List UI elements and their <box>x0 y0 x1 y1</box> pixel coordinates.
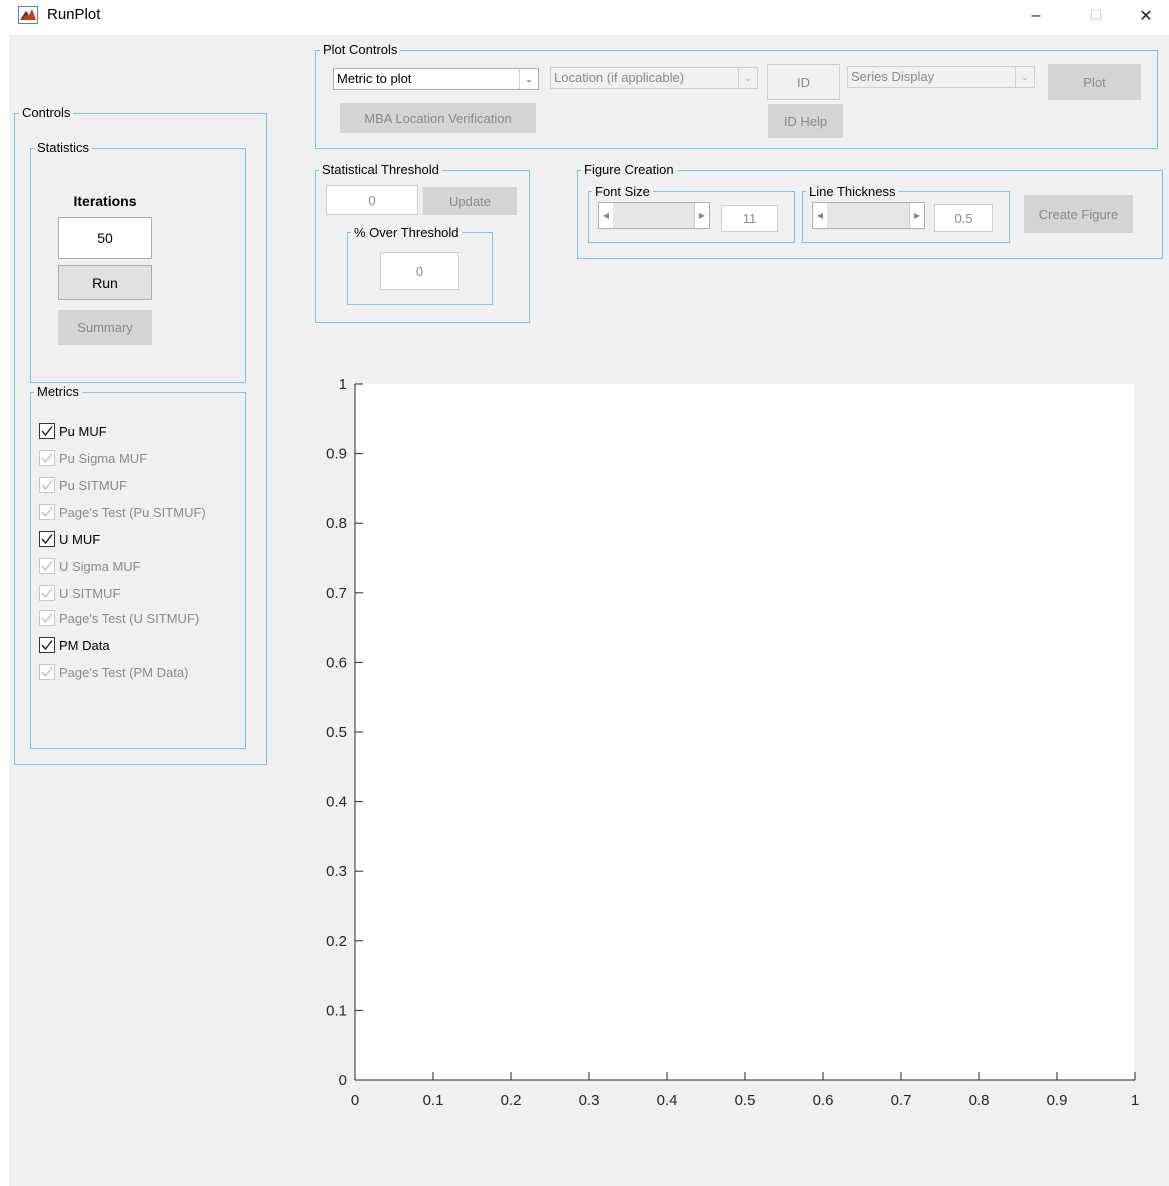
metric-label: U MUF <box>59 531 101 547</box>
metric-label: Page's Test (Pu SITMUF) <box>59 504 206 520</box>
metric-label: U SITMUF <box>59 585 121 601</box>
run-button[interactable]: Run <box>58 265 152 300</box>
checkbox-checked-icon <box>39 664 55 680</box>
summary-button[interactable]: Summary <box>58 310 152 345</box>
location-dropdown[interactable]: Location (if applicable) ⌄ <box>550 67 758 89</box>
checkbox-checked-icon <box>39 450 55 466</box>
iterations-input[interactable]: 50 <box>58 217 152 259</box>
minimize-button[interactable]: – <box>1013 0 1059 32</box>
plot-controls-panel: Plot Controls <box>315 43 1158 149</box>
chevron-down-icon: ⌄ <box>519 69 538 89</box>
id-button[interactable]: ID <box>767 64 840 100</box>
metric-checkbox-u-sitmuf[interactable]: U SITMUF <box>39 584 120 602</box>
statistics-title: Statistics <box>34 141 93 155</box>
metric-checkbox-pm-data[interactable]: PM Data <box>39 636 110 654</box>
font-size-slider[interactable]: ◀ ▶ <box>598 202 710 229</box>
over-threshold-title: % Over Threshold <box>351 226 462 240</box>
metric-checkbox-pages-test-u-sitmuf[interactable]: Page's Test (U SITMUF) <box>39 609 199 627</box>
line-thickness-slider[interactable]: ◀ ▶ <box>812 202 925 229</box>
threshold-input[interactable]: 0 <box>326 185 418 215</box>
update-button[interactable]: Update <box>423 187 517 215</box>
metric-checkbox-pu-sitmuf[interactable]: Pu SITMUF <box>39 476 127 494</box>
matlab-icon <box>18 6 38 24</box>
metric-label: Pu Sigma MUF <box>59 450 148 466</box>
slider-track[interactable] <box>613 203 695 228</box>
metric-checkbox-pages-test-pu-sitmuf[interactable]: Page's Test (Pu SITMUF) <box>39 503 206 521</box>
metric-checkbox-pages-test-pm-data[interactable]: Page's Test (PM Data) <box>39 663 188 681</box>
metric-checkbox-pu-sigma-muf[interactable]: Pu Sigma MUF <box>39 449 147 467</box>
controls-title: Controls <box>19 106 74 120</box>
plot-button[interactable]: Plot <box>1048 64 1141 100</box>
checkbox-checked-icon <box>39 558 55 574</box>
title-bar: RunPlot – □ ✕ <box>0 0 1169 32</box>
maximize-button[interactable]: □ <box>1073 0 1119 32</box>
window-title: RunPlot <box>47 6 101 23</box>
metric-checkbox-pu-muf[interactable]: Pu MUF <box>39 422 107 440</box>
checkbox-checked-icon <box>39 477 55 493</box>
metrics-title: Metrics <box>34 385 82 399</box>
arrow-right-icon[interactable]: ▶ <box>694 203 709 228</box>
location-dropdown-label: Location (if applicable) <box>554 70 685 85</box>
figure-creation-title: Figure Creation <box>581 163 677 177</box>
line-thickness-title: Line Thickness <box>806 185 899 199</box>
arrow-left-icon[interactable]: ◀ <box>813 203 828 228</box>
metric-label: Page's Test (U SITMUF) <box>59 610 200 626</box>
mba-location-verification-button[interactable]: MBA Location Verification <box>340 103 536 133</box>
metric-label: Pu MUF <box>59 423 107 439</box>
series-display-label: Series Display <box>851 69 935 84</box>
arrow-left-icon[interactable]: ◀ <box>599 203 614 228</box>
metric-checkbox-u-muf[interactable]: U MUF <box>39 530 100 548</box>
create-figure-button[interactable]: Create Figure <box>1024 195 1133 233</box>
metric-label: Pu SITMUF <box>59 477 127 493</box>
over-threshold-value: 0 <box>380 252 459 290</box>
statistical-threshold-title: Statistical Threshold <box>319 163 442 177</box>
id-help-button[interactable]: ID Help <box>768 104 843 138</box>
slider-track[interactable] <box>827 203 910 228</box>
metric-dropdown-label: Metric to plot <box>337 71 412 86</box>
checkbox-checked-icon <box>39 585 55 601</box>
plot-area[interactable] <box>355 384 1135 1080</box>
chevron-down-icon: ⌄ <box>738 68 757 88</box>
font-size-value[interactable]: 11 <box>721 205 778 232</box>
checkbox-checked-icon <box>39 504 55 520</box>
iterations-label: Iterations <box>73 193 137 209</box>
font-size-title: Font Size <box>592 185 653 199</box>
metric-checkbox-u-sigma-muf[interactable]: U Sigma MUF <box>39 557 141 575</box>
metric-dropdown[interactable]: Metric to plot ⌄ <box>333 68 539 90</box>
checkbox-checked-icon <box>39 637 55 653</box>
chevron-down-icon: ⌄ <box>1015 67 1034 87</box>
checkbox-checked-icon <box>39 531 55 547</box>
checkbox-checked-icon <box>39 423 55 439</box>
metric-label: Page's Test (PM Data) <box>59 664 189 680</box>
series-display-dropdown[interactable]: Series Display ⌄ <box>847 66 1035 88</box>
plot-controls-title: Plot Controls <box>320 43 401 57</box>
arrow-right-icon[interactable]: ▶ <box>909 203 924 228</box>
close-button[interactable]: ✕ <box>1123 0 1169 32</box>
line-thickness-value[interactable]: 0.5 <box>934 204 993 232</box>
metric-label: PM Data <box>59 637 110 653</box>
metric-label: U Sigma MUF <box>59 558 141 574</box>
checkbox-checked-icon <box>39 610 55 626</box>
